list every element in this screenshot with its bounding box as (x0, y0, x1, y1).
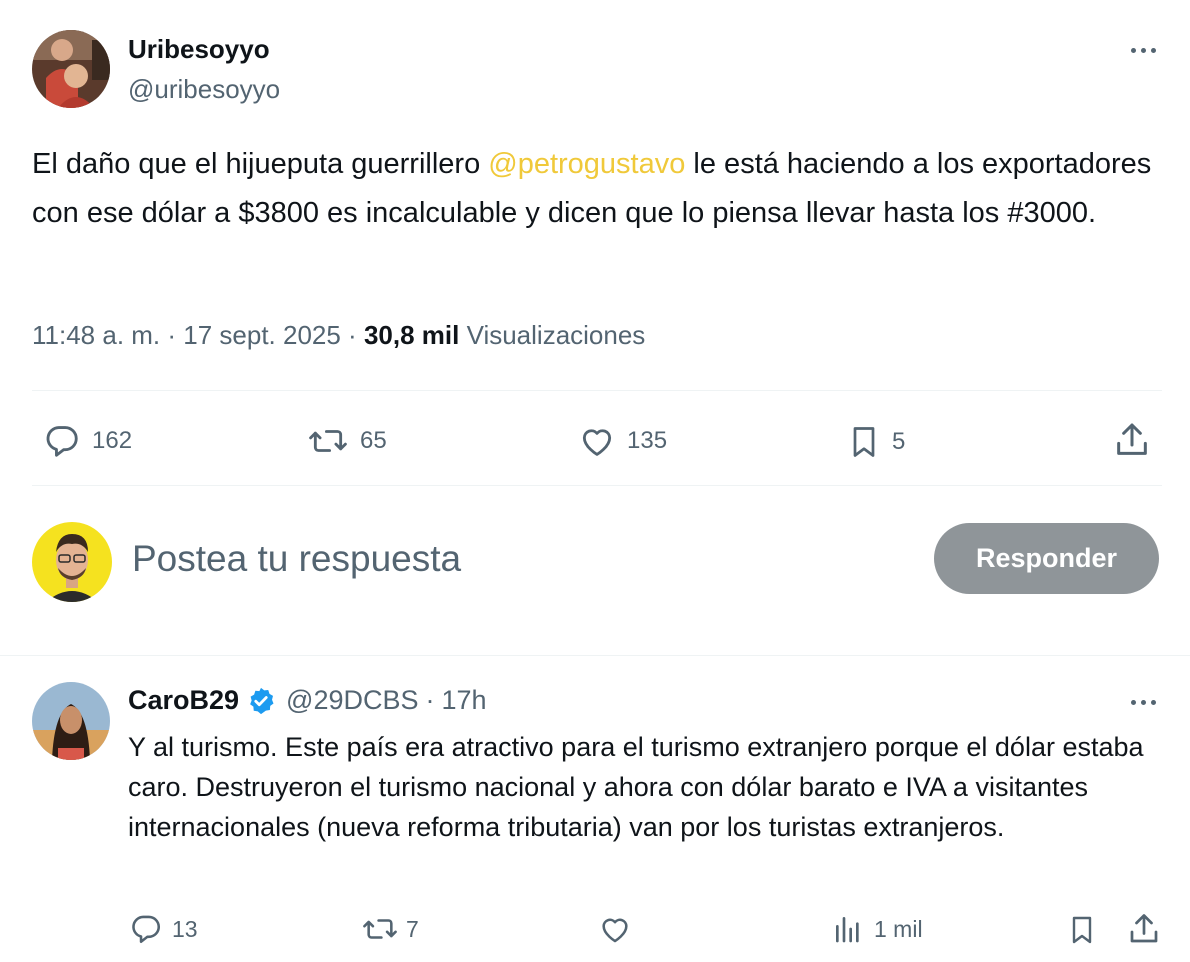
repost-icon (360, 912, 400, 946)
reply-separator: · (425, 685, 435, 715)
reply-count: 162 (92, 427, 133, 454)
tweet-text: El daño que el hijueputa guerrillero @pe… (32, 140, 1162, 238)
bookmark-button[interactable]: 5 (846, 422, 905, 462)
section-divider (0, 655, 1190, 656)
like-icon[interactable] (597, 912, 633, 946)
author-handle[interactable]: @uribesoyyo (128, 74, 280, 105)
reply-views-count: 1 mil (874, 915, 923, 942)
reply-author-handle[interactable]: @29DCBS (286, 685, 418, 716)
more-icon[interactable] (1131, 48, 1156, 53)
more-icon[interactable] (1131, 700, 1156, 705)
tweet-timestamp[interactable]: 11:48 a. m. · 17 sept. 2025 · (32, 320, 364, 350)
views-count: 30,8 mil (363, 320, 460, 350)
reply-header: CaroB29 @29DCBS · 17h (128, 685, 487, 716)
views-icon (832, 912, 864, 946)
reply-icon (128, 912, 164, 946)
reply-time[interactable]: 17h (442, 685, 487, 716)
bookmark-icon[interactable] (1066, 912, 1098, 948)
tweet-text-start: El daño que el hijueputa guerrillero (32, 148, 489, 180)
verified-badge-icon[interactable] (246, 686, 276, 716)
repost-icon (306, 422, 350, 460)
repost-button[interactable]: 65 (306, 422, 387, 460)
repost-count: 65 (360, 427, 387, 454)
divider (32, 485, 1162, 486)
reply-button[interactable]: 162 (42, 422, 132, 460)
reply-author-name[interactable]: CaroB29 (128, 685, 239, 716)
reply-views-button[interactable]: 1 mil (832, 912, 923, 946)
bookmark-count: 5 (892, 428, 906, 455)
views-label: Visualizaciones (459, 320, 646, 350)
reply-reply-button[interactable]: 13 (128, 912, 198, 946)
author-display-name[interactable]: Uribesoyyo (128, 34, 270, 65)
divider (32, 390, 1162, 391)
reply-compose-input[interactable]: Postea tu respuesta (132, 536, 892, 582)
reply-reply-count: 13 (172, 915, 198, 942)
user-avatar[interactable] (32, 522, 112, 602)
mention-link[interactable]: @petrogustavo (488, 148, 685, 180)
like-count: 135 (627, 427, 668, 454)
reply-icon (42, 422, 82, 460)
like-button[interactable]: 135 (577, 422, 667, 460)
share-icon[interactable] (1112, 420, 1152, 460)
bookmark-icon (846, 422, 882, 462)
tweet-meta: 11:48 a. m. · 17 sept. 2025 · 30,8 mil V… (32, 320, 645, 351)
share-icon[interactable] (1126, 910, 1162, 948)
reply-text: Y al turismo. Este país era atractivo pa… (128, 732, 1144, 842)
reply-author-avatar[interactable] (32, 682, 110, 760)
reply-repost-button[interactable]: 7 (360, 912, 419, 946)
like-icon (577, 422, 617, 460)
reply-repost-count: 7 (406, 915, 419, 942)
author-avatar[interactable] (32, 30, 110, 108)
respond-button[interactable]: Responder (934, 523, 1159, 594)
